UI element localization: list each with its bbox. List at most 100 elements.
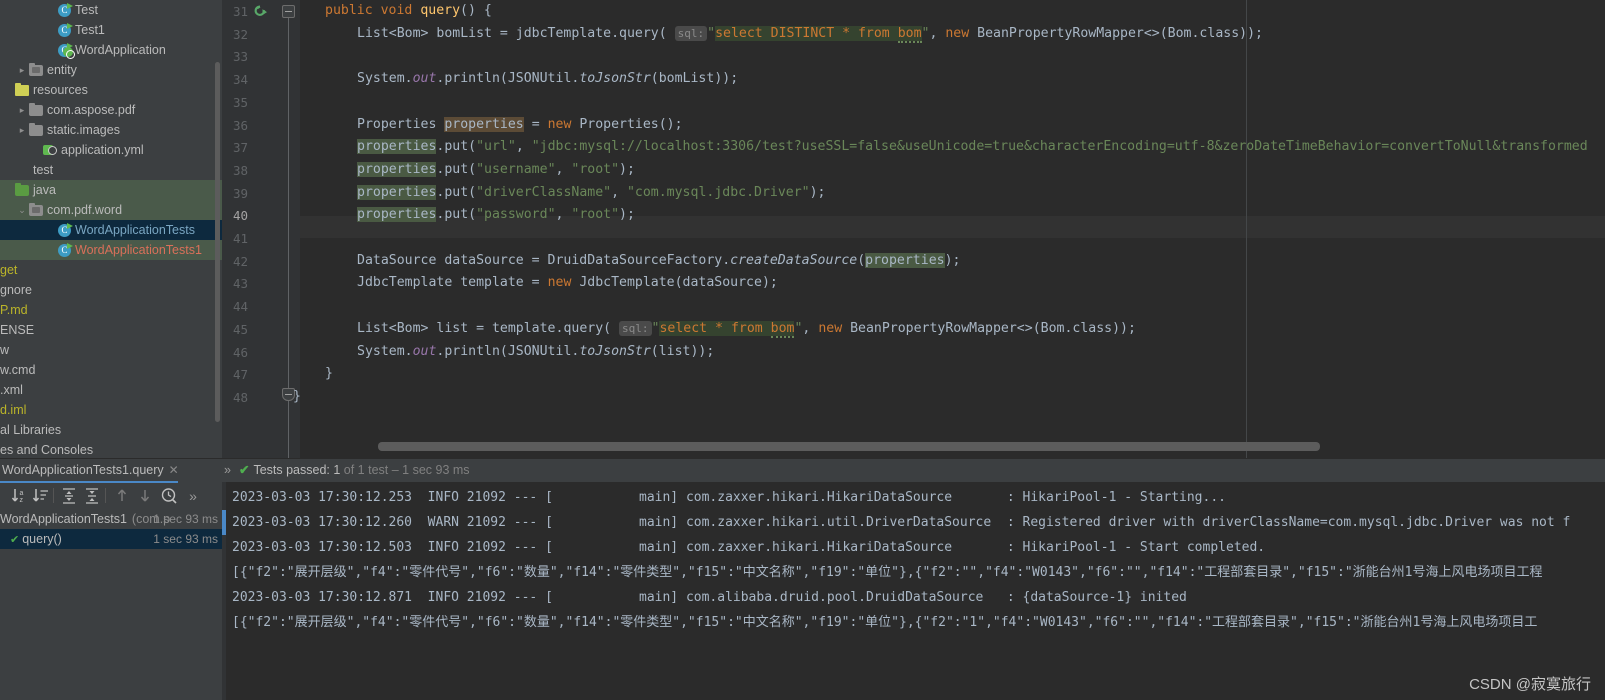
kw-new: new — [547, 116, 572, 132]
tree-item-p-md[interactable]: P.md — [0, 300, 222, 320]
tree-twisty-icon[interactable]: ⌄ — [16, 200, 28, 220]
expand-all-icon[interactable] — [60, 487, 78, 505]
tree-item-label: Test — [75, 3, 98, 17]
tree-item-ense[interactable]: ENSE — [0, 320, 222, 340]
tree-item-al-libraries[interactable]: al Libraries — [0, 420, 222, 440]
tree-item-java[interactable]: java — [0, 180, 222, 200]
code-text: ); — [619, 207, 635, 223]
kw-new: new — [547, 275, 572, 291]
tree-item--xml[interactable]: .xml — [0, 380, 222, 400]
run-tab-wordapplicationtests1-query[interactable]: WordApplicationTests1.query ✕ — [0, 460, 185, 481]
string-literal: "driverClassName" — [476, 184, 612, 200]
test-row-query-[interactable]: ✔ query() 1 sec 93 ms — [0, 529, 222, 549]
tree-item-resources[interactable]: resources — [0, 80, 222, 100]
code-text: JdbcTemplate(dataSource); — [571, 275, 778, 291]
tree-item-es-and-consoles[interactable]: es and Consoles — [0, 440, 222, 458]
collapse-all-icon[interactable] — [83, 487, 101, 505]
tree-item-d-iml[interactable]: d.iml — [0, 400, 222, 420]
previous-occurrence-icon[interactable] — [113, 487, 131, 505]
tree-item-label: gnore — [0, 283, 32, 297]
console-json-output: [{"f2":"展开层级","f4":"零件代号","f6":"数量","f14… — [232, 565, 1543, 580]
more-actions-icon[interactable]: » — [184, 487, 202, 505]
string-literal: "root" — [571, 207, 620, 223]
test-duration: 1 sec 93 ms — [153, 512, 218, 526]
code-text: .println(JSONUtil. — [436, 71, 580, 87]
tree-item-application-yml[interactable]: application.yml — [0, 140, 222, 160]
method-name-query: query — [420, 3, 461, 18]
tree-item-wordapplicationtests1[interactable]: C WordApplicationTests1 — [0, 240, 222, 260]
test-history-icon[interactable] — [160, 487, 178, 505]
code-line-32: List<Bom> bomList = jdbcTemplate.query( … — [357, 23, 1263, 46]
sort-by-duration-icon[interactable] — [32, 487, 50, 505]
code-line-34: System.out.println(JSONUtil.toJsonStr(bo… — [357, 68, 738, 91]
tree-item-test1[interactable]: C Test1 — [0, 20, 222, 40]
tree-item-label: java — [33, 183, 56, 197]
line-number-31: 31 — [232, 4, 248, 19]
editor-gutter[interactable]: 31 32 33 34 35 36 37 38 39 40 41 42 43 44 45 46 47 48 — [222, 0, 300, 458]
test-row-wordapplicationtests1[interactable]: WordApplicationTests1 (com.p 1 sec 93 ms — [0, 509, 222, 529]
code-line-46: System.out.println(JSONUtil.toJsonStr(li… — [357, 341, 714, 364]
line-number-40: 40 — [232, 208, 248, 224]
field-out: out — [412, 343, 437, 359]
tree-twisty-icon[interactable]: ▸ — [16, 100, 28, 120]
sort-alphabetically-icon[interactable]: a z — [10, 487, 28, 505]
code-text: .put( — [436, 184, 477, 200]
code-line-39: properties.put("driverClassName", "com.m… — [357, 182, 826, 205]
tree-item-get[interactable]: get — [0, 260, 222, 280]
code-line-40: properties.put("password", "root"); — [357, 204, 635, 227]
test-label: WordApplicationTests1 — [0, 512, 127, 526]
tree-twisty-icon[interactable]: ▸ — [16, 120, 28, 140]
right-margin-guide — [1246, 0, 1247, 458]
fold-collapse-icon-method[interactable] — [282, 5, 295, 18]
tree-item-label: WordApplicationTests1 — [75, 243, 202, 257]
test-results-tree[interactable]: WordApplicationTests1 (com.p 1 sec 93 ms ✔ q… — [0, 509, 222, 700]
tree-item-label: static.images — [47, 123, 120, 137]
test-pass-icon: ✔ — [10, 534, 20, 546]
tree-item-label: P.md — [0, 303, 28, 317]
tree-item-label: com.pdf.word — [47, 203, 123, 217]
tree-item-static-images[interactable]: ▸ static.images — [0, 120, 222, 140]
tree-item-com-aspose-pdf[interactable]: ▸ com.aspose.pdf — [0, 100, 222, 120]
code-text: System. — [357, 71, 413, 87]
console-change-marker — [222, 510, 226, 535]
tree-item-wordapplication[interactable]: CWordApplication — [0, 40, 222, 60]
tree-item-entity[interactable]: ▸ entity — [0, 60, 222, 80]
tree-item-gnore[interactable]: gnore — [0, 280, 222, 300]
tree-item-test[interactable]: C Test — [0, 0, 222, 20]
line-number-43: 43 — [232, 276, 248, 292]
editor-code-area[interactable]: public void query() { List<Bom> bomList … — [293, 0, 1605, 458]
param-hint-sql: sql: — [674, 25, 708, 41]
tree-twisty-icon[interactable]: ▸ — [16, 60, 28, 80]
source-folder-icon — [14, 182, 31, 198]
tree-item-w-cmd[interactable]: w.cmd — [0, 360, 222, 380]
code-line-43: JdbcTemplate template = new JdbcTemplate… — [357, 272, 778, 295]
run-test-gutter-icon[interactable] — [254, 5, 268, 18]
package-folder-icon — [28, 62, 45, 78]
code-line-48: } — [293, 386, 301, 409]
code-call-query: query — [619, 25, 659, 41]
tree-item-test[interactable]: test — [0, 160, 222, 180]
code-text: .put( — [436, 161, 477, 177]
next-occurrence-icon[interactable] — [136, 487, 154, 505]
project-tree-panel[interactable]: CTestCTest1CWordApplication▸entityresour… — [0, 0, 222, 458]
tree-item-com-pdf-word[interactable]: ⌄ com.pdf.word — [0, 200, 222, 220]
spring-boot-class-icon: C — [56, 42, 75, 59]
code-text: " — [707, 25, 716, 41]
code-text: ( — [658, 25, 675, 41]
method-tojsonstr: toJsonStr — [579, 71, 651, 87]
expand-status-chevron-icon[interactable]: » — [224, 458, 231, 482]
svg-text:z: z — [20, 497, 24, 504]
editor-horizontal-scrollbar[interactable] — [378, 442, 1320, 451]
tree-item-wordapplicationtests[interactable]: C WordApplicationTests — [0, 220, 222, 240]
console-output[interactable]: 2023-03-03 17:30:12.253 INFO 21092 --- [… — [222, 482, 1605, 700]
tree-item-label: .xml — [0, 383, 23, 397]
close-icon[interactable]: ✕ — [169, 460, 179, 481]
code-editor[interactable]: 31 32 33 34 35 36 37 38 39 40 41 42 43 44 45 46 47 48 pub… — [222, 0, 1605, 458]
code-text: (list)); — [650, 343, 715, 359]
line-number-46: 46 — [232, 344, 248, 360]
project-tree-scrollbar[interactable] — [215, 62, 220, 422]
line-number-32: 32 — [232, 26, 248, 42]
string-literal-jdbc-url: "jdbc:mysql://localhost:3306/test?useSSL… — [531, 139, 1588, 155]
console-json-output: [{"f2":"展开层级","f4":"零件代号","f6":"数量","f14… — [232, 615, 1538, 630]
tree-item-w[interactable]: w — [0, 340, 222, 360]
